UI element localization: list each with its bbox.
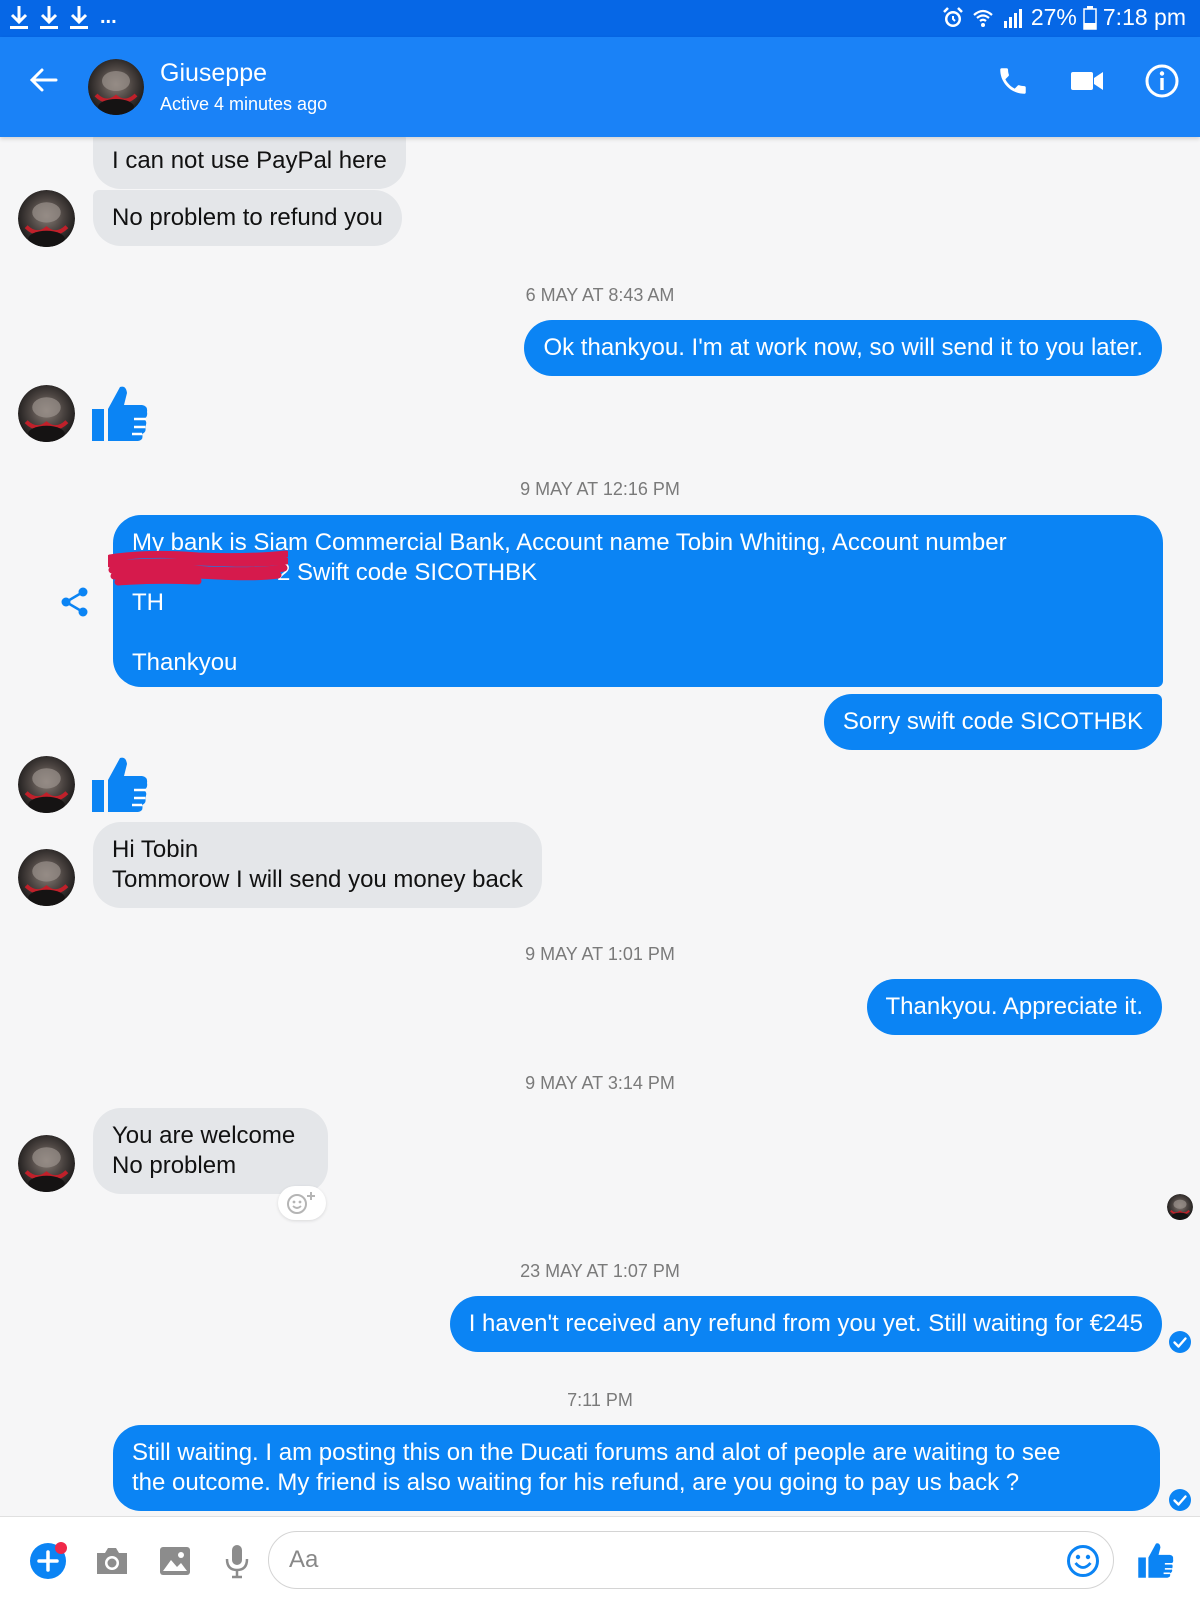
- timestamp: 9 MAY AT 12:16 PM: [520, 479, 680, 499]
- contact-avatar[interactable]: [18, 190, 75, 247]
- thumbs-up-icon[interactable]: [92, 754, 148, 814]
- timestamp: 9 MAY AT 1:01 PM: [525, 944, 675, 964]
- incoming-message[interactable]: You are welcome No problem: [93, 1108, 328, 1194]
- emoji-icon[interactable]: [1066, 1544, 1100, 1578]
- timestamp: 23 MAY AT 1:07 PM: [520, 1261, 680, 1281]
- conversation-header: Giuseppe Active 4 minutes ago: [0, 37, 1200, 137]
- more-notifications: ...: [100, 5, 117, 28]
- add-reaction-icon: [287, 1192, 315, 1214]
- back-arrow-icon[interactable]: [28, 64, 60, 96]
- download-icon: [38, 4, 60, 30]
- contact-avatar[interactable]: [88, 59, 144, 115]
- microphone-icon[interactable]: [224, 1543, 250, 1579]
- timestamp: 6 MAY AT 8:43 AM: [525, 285, 675, 305]
- timestamp: 7:11 PM: [567, 1390, 633, 1410]
- contact-avatar[interactable]: [18, 385, 75, 442]
- notification-icons: ...: [8, 4, 117, 30]
- wifi-icon: [973, 9, 993, 27]
- message-input[interactable]: [268, 1531, 1114, 1589]
- outgoing-message[interactable]: I haven't received any refund from you y…: [449, 1296, 1162, 1352]
- thumbs-up-icon[interactable]: [1138, 1541, 1174, 1579]
- outgoing-message[interactable]: Thankyou. Appreciate it.: [866, 979, 1162, 1035]
- contact-avatar[interactable]: [18, 1135, 75, 1192]
- battery-percent: 27%: [1030, 4, 1077, 30]
- share-icon[interactable]: [60, 586, 90, 618]
- battery-icon: [1083, 5, 1097, 30]
- outgoing-message[interactable]: Still waiting. I am posting this on the …: [113, 1425, 1160, 1511]
- image-icon[interactable]: [158, 1545, 192, 1577]
- clock: 7:18 pm: [1102, 4, 1186, 30]
- info-icon[interactable]: [1144, 63, 1180, 99]
- outgoing-message[interactable]: Ok thankyou. I'm at work now, so will se…: [524, 320, 1162, 376]
- add-reaction-button[interactable]: [278, 1186, 326, 1220]
- status-bar: ... 27% 7:18 pm: [0, 0, 1200, 37]
- outgoing-message[interactable]: My bank is Siam Commercial Bank, Account…: [113, 515, 1163, 687]
- incoming-message[interactable]: I can not use PayPal here: [93, 133, 406, 189]
- contact-avatar[interactable]: [18, 756, 75, 813]
- message-composer: [0, 1516, 1200, 1600]
- seen-check-icon: [1168, 1488, 1192, 1512]
- download-icon: [68, 4, 90, 30]
- seen-by-avatar: [1167, 1194, 1193, 1220]
- contact-avatar[interactable]: [18, 849, 75, 906]
- incoming-message[interactable]: Hi Tobin Tommorow I will send you money …: [93, 822, 542, 908]
- video-camera-icon[interactable]: [1070, 67, 1104, 95]
- message-line: Thankyou: [132, 649, 238, 676]
- seen-check-icon: [1168, 1330, 1192, 1354]
- camera-icon[interactable]: [94, 1545, 130, 1577]
- download-icon: [8, 4, 30, 30]
- signal-icon: [1003, 8, 1022, 28]
- message-line: TH: [132, 589, 164, 616]
- plus-icon[interactable]: [28, 1541, 68, 1581]
- contact-name[interactable]: Giuseppe: [160, 59, 267, 88]
- phone-icon[interactable]: [996, 64, 1030, 98]
- redaction-scribble: [108, 550, 288, 586]
- contact-active-status: Active 4 minutes ago: [160, 94, 328, 114]
- status-indicators: 27% 7:18 pm: [941, 4, 1186, 31]
- timestamp: 9 MAY AT 3:14 PM: [525, 1073, 675, 1093]
- outgoing-message[interactable]: Sorry swift code SICOTHBK: [823, 694, 1162, 750]
- thumbs-up-icon[interactable]: [92, 383, 148, 443]
- incoming-message[interactable]: No problem to refund you: [93, 190, 402, 246]
- alarm-icon: [942, 6, 963, 27]
